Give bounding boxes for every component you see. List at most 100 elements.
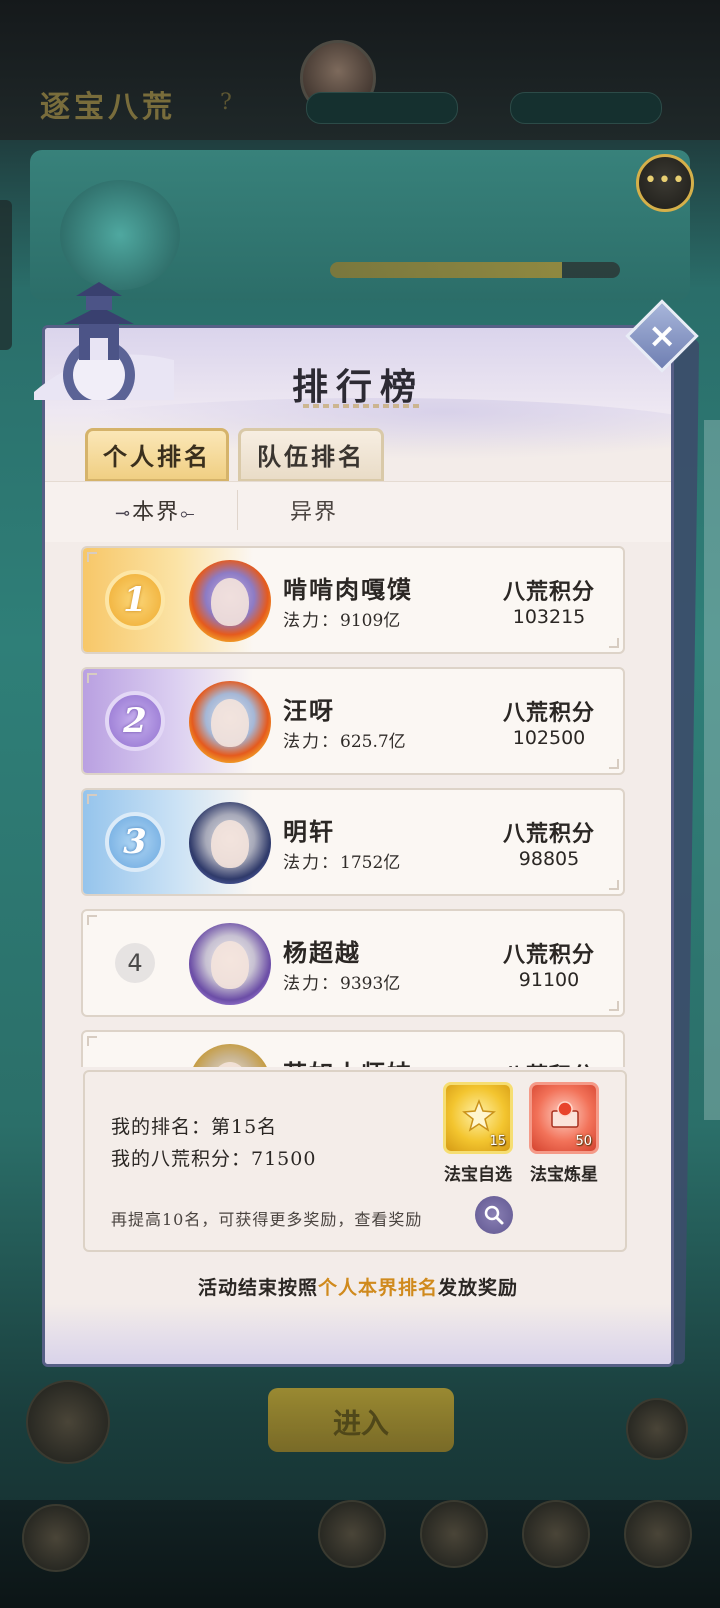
power-label: 法力： bbox=[283, 974, 340, 994]
reward-hint: 再提高10名，可获得更多奖励，查看奖励 bbox=[111, 1210, 423, 1229]
rank-medal-icon: 1 bbox=[105, 570, 165, 630]
avatar-face bbox=[211, 699, 249, 747]
score-label: 八荒积分 bbox=[502, 942, 595, 968]
player-name: 汪呀 bbox=[283, 696, 335, 725]
event-logo bbox=[60, 180, 180, 290]
ranking-row[interactable]: 1 啃啃肉嘎馍 法力：9109亿 八荒积分 103215 bbox=[81, 546, 625, 654]
footer-suffix: 发放奖励 bbox=[438, 1277, 519, 1299]
power-value: 9109亿 bbox=[340, 611, 401, 631]
ranking-row[interactable]: 4 杨超越 法力：9393亿 八荒积分 91100 bbox=[81, 909, 625, 1017]
corner-ornament bbox=[87, 794, 97, 804]
player-name: 明轩 bbox=[283, 817, 335, 846]
event-title: 逐宝八荒 bbox=[40, 90, 176, 125]
enter-button: 进入 bbox=[268, 1388, 454, 1452]
my-score: 我的八荒积分：71500 bbox=[111, 1148, 317, 1170]
avatar-face bbox=[211, 1062, 249, 1067]
corner-ornament bbox=[609, 880, 619, 890]
ranking-row[interactable]: 3 明轩 法力：1752亿 八荒积分 98805 bbox=[81, 788, 625, 896]
ranking-row[interactable]: 2 汪呀 法力：625.7亿 八荒积分 102500 bbox=[81, 667, 625, 775]
enter-label: 进入 bbox=[332, 1407, 389, 1440]
ornament-right-icon: ⟜ bbox=[180, 503, 197, 524]
footer-note: 活动结束按照个人本界排名发放奖励 bbox=[45, 1273, 671, 1300]
nav-icon-2 bbox=[420, 1500, 488, 1568]
power-value: 9393亿 bbox=[340, 974, 401, 994]
chat-button[interactable]: ••• bbox=[636, 154, 694, 212]
score-label: 八荒积分 bbox=[502, 821, 595, 847]
player-power: 法力：625.7亿 bbox=[283, 727, 406, 752]
energy-pill bbox=[510, 92, 662, 124]
score-value: 103215 bbox=[512, 606, 586, 628]
team-icon bbox=[626, 1398, 688, 1460]
nav-icon-4 bbox=[624, 1500, 692, 1568]
subtab-divider bbox=[237, 490, 238, 530]
corner-ornament bbox=[609, 759, 619, 769]
corner-ornament bbox=[609, 1001, 619, 1011]
score-label: 八荒积分 bbox=[502, 579, 595, 605]
corner-ornament bbox=[87, 673, 97, 683]
reward-label: 法宝炼星 bbox=[530, 1165, 598, 1185]
chat-icon: ••• bbox=[644, 168, 686, 193]
avatar[interactable] bbox=[189, 802, 271, 884]
help-icon: ? bbox=[220, 90, 232, 115]
pagoda-icon bbox=[34, 282, 174, 400]
player-power: 法力：9109亿 bbox=[283, 606, 400, 631]
close-icon: × bbox=[647, 316, 677, 356]
reward-count: 50 bbox=[575, 1134, 592, 1149]
view-rewards-button[interactable] bbox=[475, 1196, 513, 1234]
leaderboard-modal: 排行榜 个人排名 队伍排名 ⊸本界⟜ 异界 1 啃啃肉嘎馍 法力：9109亿 八… bbox=[42, 325, 674, 1367]
bottom-bar bbox=[0, 1500, 720, 1608]
my-ranking-panel: 我的排名：第15名 我的八荒积分：71500 15 50 法宝自选 法宝炼星 再… bbox=[83, 1070, 627, 1252]
avatar-face bbox=[211, 820, 249, 868]
reward-treasure-select[interactable]: 15 bbox=[443, 1082, 513, 1154]
footer-highlight: 个人本界排名 bbox=[317, 1277, 438, 1299]
avatar-face bbox=[211, 941, 249, 989]
treasure-icon bbox=[462, 1099, 496, 1132]
reward-treasure-refine[interactable]: 50 bbox=[529, 1082, 599, 1154]
avatar[interactable] bbox=[189, 681, 271, 763]
ranking-list[interactable]: 1 啃啃肉嘎馍 法力：9109亿 八荒积分 103215 2 汪呀 法力：625… bbox=[81, 543, 625, 1067]
player-power: 法力：1752亿 bbox=[283, 848, 400, 873]
currency-pill bbox=[306, 92, 458, 124]
avatar[interactable] bbox=[189, 1044, 271, 1067]
player-power: 法力：9393亿 bbox=[283, 969, 400, 994]
bottom-decoration bbox=[45, 1304, 671, 1364]
avatar[interactable] bbox=[189, 560, 271, 642]
avatar[interactable] bbox=[189, 923, 271, 1005]
subtab-this-realm-label: 本界 bbox=[132, 500, 181, 525]
corner-ornament bbox=[87, 1036, 97, 1046]
power-value: 625.7亿 bbox=[340, 732, 406, 752]
side-scroll bbox=[704, 420, 720, 1120]
ranking-row[interactable]: 若如小师妹 八荒积分 bbox=[81, 1030, 625, 1067]
tab-team-ranking[interactable]: 队伍排名 bbox=[238, 428, 384, 482]
power-value: 1752亿 bbox=[340, 853, 401, 873]
search-icon bbox=[484, 1205, 504, 1225]
side-tab bbox=[0, 200, 12, 350]
avatar-face bbox=[211, 578, 249, 626]
score-label: 八荒积分 bbox=[499, 1058, 599, 1067]
subtab-this-realm[interactable]: ⊸本界⟜ bbox=[115, 494, 197, 526]
power-label: 法力： bbox=[283, 732, 340, 752]
back-icon bbox=[22, 1504, 90, 1572]
score-label: 八荒积分 bbox=[502, 700, 595, 726]
score-value: 98805 bbox=[518, 848, 580, 870]
subtab-other-realm[interactable]: 异界 bbox=[290, 494, 338, 526]
book-icon bbox=[551, 1101, 579, 1128]
shop-icon bbox=[26, 1380, 110, 1464]
rank-medal-icon: 3 bbox=[105, 812, 165, 872]
nav-icon-3 bbox=[522, 1500, 590, 1568]
subtab-bar: ⊸本界⟜ 异界 bbox=[45, 481, 671, 542]
nav-icon-1 bbox=[318, 1500, 386, 1568]
score-value: 91100 bbox=[518, 969, 580, 991]
player-name: 啃啃肉嘎馍 bbox=[283, 575, 413, 604]
ornament-left-icon: ⊸ bbox=[115, 503, 133, 524]
player-name: 若如小师妹 bbox=[283, 1054, 413, 1067]
power-label: 法力： bbox=[283, 853, 340, 873]
reward-count: 15 bbox=[489, 1134, 506, 1149]
corner-ornament bbox=[87, 552, 97, 562]
rank-medal-icon: 2 bbox=[105, 691, 165, 751]
tab-personal-ranking[interactable]: 个人排名 bbox=[85, 428, 229, 482]
corner-ornament bbox=[609, 638, 619, 648]
rank-number: 4 bbox=[115, 943, 155, 983]
footer-prefix: 活动结束按照 bbox=[197, 1277, 318, 1299]
player-name: 杨超越 bbox=[283, 938, 361, 967]
